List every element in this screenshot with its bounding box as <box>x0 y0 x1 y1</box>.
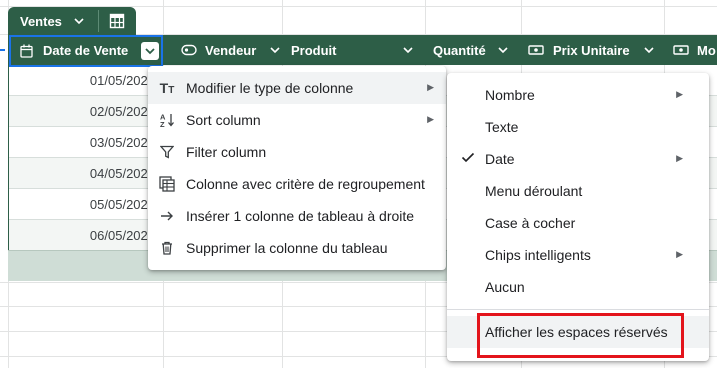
chevron-down-icon <box>145 48 155 55</box>
menu-item-label: Filter column <box>186 144 267 160</box>
date-cell[interactable]: 02/05/2024 <box>9 104 159 119</box>
type-option-nombre[interactable]: Nombre ▶ <box>447 79 709 111</box>
column-header-label: Quantité <box>433 42 486 58</box>
menu-item-label: Afficher les espaces réservés <box>485 324 668 340</box>
submenu-arrow-icon: ▶ <box>676 89 683 99</box>
type-option-date[interactable]: Date ▶ <box>447 143 709 175</box>
svg-text:Z: Z <box>160 120 165 128</box>
column-header-label: Mo <box>697 42 716 58</box>
selection-marker <box>0 49 5 51</box>
column-header-label: Vendeur <box>205 42 257 58</box>
column-header-date-de-vente[interactable]: Date de Vente <box>9 35 163 67</box>
menu-divider <box>447 309 709 310</box>
date-cell[interactable]: 01/05/2024 <box>9 73 159 88</box>
table-name: Ventes <box>20 13 62 29</box>
show-placeholders-option[interactable]: Afficher les espaces réservés <box>447 316 709 348</box>
menu-item-label: Chips intelligents <box>485 247 591 263</box>
column-header-montant[interactable]: Mo <box>673 35 716 65</box>
type-option-chips-intelligents[interactable]: Chips intelligents ▶ <box>447 239 709 271</box>
column-header-label: Prix Unitaire <box>553 42 630 58</box>
spreadsheet-canvas: Ventes Vendeur Produit Quantité Prix Uni… <box>0 0 717 368</box>
menu-item-label: Texte <box>485 119 519 135</box>
menu-item-label: Aucun <box>485 279 525 295</box>
type-option-menu-deroulant[interactable]: Menu déroulant <box>447 175 709 207</box>
chevron-down-icon[interactable] <box>401 43 415 57</box>
menu-item-label: Date <box>485 151 515 167</box>
submenu-arrow-icon: ▶ <box>676 249 683 259</box>
column-header-label: Produit <box>291 42 337 58</box>
column-type-submenu: Nombre ▶ Texte Date ▶ Menu déroulant Cas… <box>447 73 709 361</box>
menu-item-label: Colonne avec critère de regroupement <box>186 176 425 192</box>
column-context-menu: TT Modifier le type de colonne ▶ AZ Sort… <box>148 66 446 270</box>
checkmark-icon <box>461 150 475 167</box>
chevron-down-icon <box>72 14 86 28</box>
arrow-right-icon <box>148 210 186 222</box>
menu-item-label: Supprimer la colonne du tableau <box>186 240 388 256</box>
menu-item-label: Modifier le type de colonne <box>186 80 354 96</box>
menu-item-label: Menu déroulant <box>485 183 583 199</box>
menu-item-sort-column[interactable]: AZ Sort column ▶ <box>148 104 446 136</box>
column-header-prix-unitaire[interactable]: Prix Unitaire <box>528 35 656 65</box>
date-cell[interactable]: 06/05/2024 <box>9 228 159 243</box>
group-table-icon <box>148 176 186 192</box>
type-option-case-a-cocher[interactable]: Case à cocher <box>447 207 709 239</box>
menu-item-label: Sort column <box>186 112 261 128</box>
menu-item-label: Insérer 1 colonne de tableau à droite <box>186 208 415 224</box>
date-cell[interactable]: 04/05/2024 <box>9 166 159 181</box>
column-header-label: Date de Vente <box>43 43 129 58</box>
submenu-arrow-icon: ▶ <box>427 114 434 124</box>
menu-item-label: Nombre <box>485 87 535 103</box>
currency-icon <box>528 44 544 56</box>
menu-item-insert-column-right[interactable]: Insérer 1 colonne de tableau à droite <box>148 200 446 232</box>
menu-item-group-by-column[interactable]: Colonne avec critère de regroupement <box>148 168 446 200</box>
table-name-dropdown[interactable]: Ventes <box>8 7 86 35</box>
date-cell[interactable]: 05/05/2024 <box>9 197 159 212</box>
table-name-tab[interactable]: Ventes <box>8 7 136 35</box>
chevron-down-icon[interactable] <box>268 43 282 57</box>
menu-item-delete-column[interactable]: Supprimer la colonne du tableau <box>148 232 446 264</box>
chevron-down-icon[interactable] <box>496 43 510 57</box>
date-cell[interactable]: 03/05/2024 <box>9 135 159 150</box>
filter-icon <box>148 145 186 159</box>
column-header-produit[interactable]: Produit <box>291 35 337 65</box>
calendar-icon <box>20 44 33 58</box>
submenu-arrow-icon: ▶ <box>676 153 683 163</box>
column-header-vendeur[interactable]: Vendeur <box>181 35 282 65</box>
menu-item-change-column-type[interactable]: TT Modifier le type de colonne ▶ <box>148 72 446 104</box>
submenu-arrow-icon: ▶ <box>427 82 434 92</box>
currency-icon <box>673 44 689 56</box>
table-grid-icon[interactable] <box>99 7 136 35</box>
sort-az-icon: AZ <box>148 112 186 128</box>
type-option-aucun[interactable]: Aucun <box>447 271 709 303</box>
column-header-quantite[interactable]: Quantité <box>433 35 510 65</box>
type-option-texte[interactable]: Texte <box>447 111 709 143</box>
text-type-icon: TT <box>159 80 175 96</box>
column-dropdown-produit[interactable] <box>401 35 415 65</box>
menu-item-label: Case à cocher <box>485 215 576 231</box>
chevron-down-icon[interactable] <box>642 43 656 57</box>
chip-icon <box>181 44 197 56</box>
column-dropdown-button[interactable] <box>141 42 159 60</box>
trash-icon <box>148 241 186 255</box>
menu-item-filter-column[interactable]: Filter column <box>148 136 446 168</box>
